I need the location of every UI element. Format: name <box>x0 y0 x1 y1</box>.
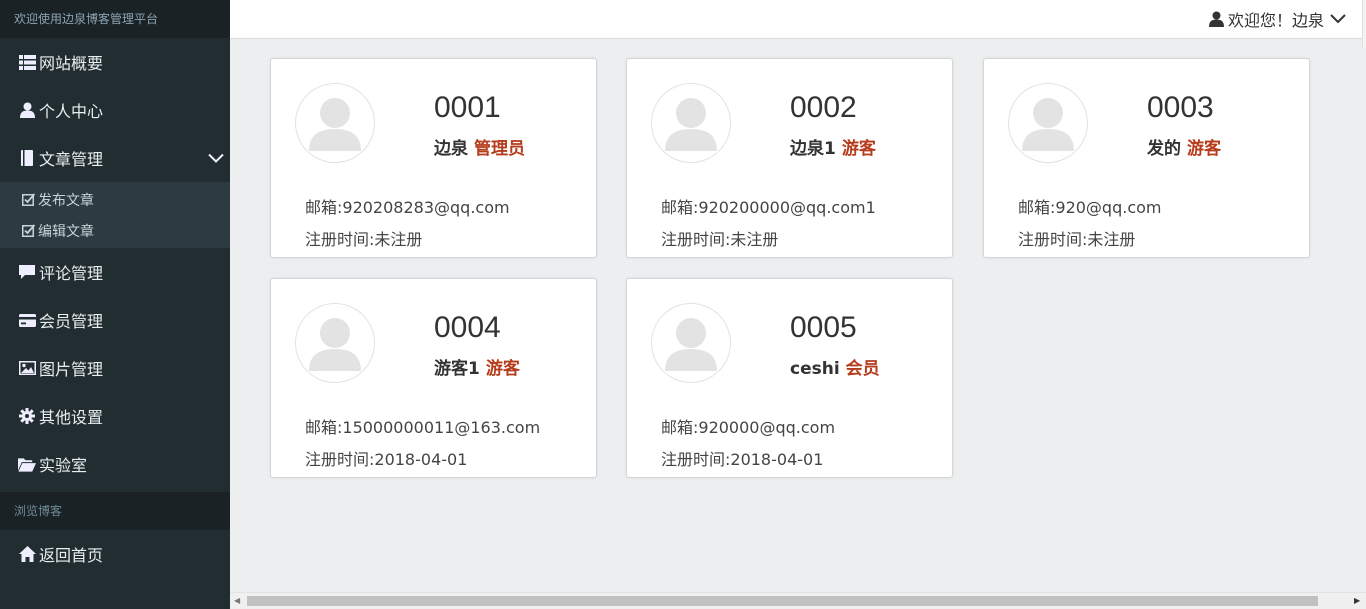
sidebar-subitem-publish[interactable]: 发布文章 <box>0 184 230 215</box>
user-role-badge: 会员 <box>845 359 880 379</box>
user-name-row: 边泉1 游客 <box>790 134 876 159</box>
sidebar-subitem-edit[interactable]: 编辑文章 <box>0 215 230 246</box>
card-icon <box>18 311 36 329</box>
sidebar-item-home[interactable]: 返回首页 <box>0 530 230 578</box>
avatar <box>295 303 375 383</box>
user-name: 边泉1 <box>790 139 836 159</box>
sidebar-item-overview[interactable]: 网站概要 <box>0 38 230 86</box>
articles-submenu: 发布文章 编辑文章 <box>0 182 230 248</box>
sidebar-subitem-label: 编辑文章 <box>38 223 94 240</box>
avatar <box>295 83 375 163</box>
edit-icon <box>21 224 35 238</box>
scroll-left-icon[interactable]: ◀ <box>234 596 242 606</box>
topbar: 欢迎您！边泉 <box>230 0 1366 39</box>
sidebar-item-pictures[interactable]: 图片管理 <box>0 344 230 392</box>
sidebar-item-label: 返回首页 <box>39 546 104 565</box>
scrollbar-thumb[interactable] <box>247 596 1318 606</box>
sidebar-item-profile[interactable]: 个人中心 <box>0 86 230 134</box>
sidebar-item-lab[interactable]: 实验室 <box>0 440 230 488</box>
horizontal-scrollbar[interactable]: ◀ ▶ <box>230 592 1366 609</box>
gear-icon <box>18 407 36 425</box>
user-name-row: ceshi 会员 <box>790 354 880 379</box>
user-role-badge: 管理员 <box>474 139 525 159</box>
sidebar-item-label: 其他设置 <box>39 408 104 427</box>
user-email: 邮箱:15000000011@163.com <box>305 418 541 437</box>
user-name: ceshi <box>790 359 840 379</box>
sidebar-item-label: 评论管理 <box>39 264 104 283</box>
user-id: 0003 <box>1147 91 1214 124</box>
user-card[interactable]: 0002 边泉1 游客 邮箱:920200000@qq.com1 注册时间:未注册 <box>626 58 953 258</box>
sidebar-item-members[interactable]: 会员管理 <box>0 296 230 344</box>
chevron-down-icon <box>1330 14 1346 24</box>
sidebar-header: 欢迎使用边泉博客管理平台 <box>0 0 230 38</box>
sidebar-item-label: 网站概要 <box>39 54 104 73</box>
user-id: 0005 <box>790 311 857 344</box>
chevron-down-icon[interactable] <box>208 149 224 168</box>
sidebar-item-settings[interactable]: 其他设置 <box>0 392 230 440</box>
user-card[interactable]: 0004 游客1 游客 邮箱:15000000011@163.com 注册时间:2… <box>270 278 597 478</box>
user-reg-time: 注册时间:2018-04-01 <box>661 450 824 469</box>
home-icon <box>18 545 36 563</box>
edit-icon <box>21 193 35 207</box>
sidebar-item-label: 实验室 <box>39 456 88 475</box>
user-id: 0001 <box>434 91 501 124</box>
user-id: 0004 <box>434 311 501 344</box>
user-name: 游客1 <box>434 359 480 379</box>
folder-open-icon <box>18 455 36 473</box>
user-id: 0002 <box>790 91 857 124</box>
user-name-row: 游客1 游客 <box>434 354 520 379</box>
window-edge <box>1362 0 1366 48</box>
user-name-row: 边泉 管理员 <box>434 134 525 159</box>
user-reg-time: 注册时间:未注册 <box>305 230 423 249</box>
user-card[interactable]: 0003 发的 游客 邮箱:920@qq.com 注册时间:未注册 <box>983 58 1310 258</box>
sidebar-item-label: 个人中心 <box>39 102 104 121</box>
user-email: 邮箱:920000@qq.com <box>661 418 836 437</box>
sidebar-item-articles[interactable]: 文章管理 <box>0 134 230 182</box>
avatar <box>651 83 731 163</box>
avatar <box>1008 83 1088 163</box>
user-name: 边泉 <box>434 139 468 159</box>
section-header-browse: 浏览博客 <box>0 492 230 530</box>
sidebar-subitem-label: 发布文章 <box>38 192 94 209</box>
sidebar-item-comments[interactable]: 评论管理 <box>0 248 230 296</box>
user-menu[interactable]: 欢迎您！边泉 <box>1208 0 1346 38</box>
sidebar-item-label: 图片管理 <box>39 360 104 379</box>
sidebar-item-label: 会员管理 <box>39 312 104 331</box>
user-email: 邮箱:920@qq.com <box>1018 198 1162 217</box>
comment-icon <box>18 263 36 281</box>
user-role-badge: 游客 <box>485 359 520 379</box>
user-card[interactable]: 0005 ceshi 会员 邮箱:920000@qq.com 注册时间:2018-… <box>626 278 953 478</box>
welcome-text: 欢迎您！边泉 <box>1227 11 1324 30</box>
user-reg-time: 注册时间:2018-04-01 <box>305 450 468 469</box>
avatar <box>651 303 731 383</box>
user-role-badge: 游客 <box>1187 139 1221 159</box>
user-email: 邮箱:920200000@qq.com1 <box>661 198 876 217</box>
user-icon <box>18 101 36 119</box>
user-name: 发的 <box>1147 139 1181 159</box>
user-email: 邮箱:920208283@qq.com <box>305 198 510 217</box>
user-name-row: 发的 游客 <box>1147 134 1221 159</box>
list-icon <box>18 53 36 71</box>
sidebar-item-label: 文章管理 <box>39 150 104 169</box>
user-reg-time: 注册时间:未注册 <box>661 230 779 249</box>
scroll-right-icon[interactable]: ▶ <box>1354 596 1362 606</box>
book-icon <box>18 149 36 167</box>
user-icon <box>1208 11 1224 27</box>
user-role-badge: 游客 <box>841 139 876 159</box>
sidebar: 欢迎使用边泉博客管理平台 网站概要 个人中心 文章管理 发布文章 编辑文章 评论… <box>0 0 230 609</box>
user-card[interactable]: 0001 边泉 管理员 邮箱:920208283@qq.com 注册时间:未注册 <box>270 58 597 258</box>
picture-icon <box>18 359 36 377</box>
user-reg-time: 注册时间:未注册 <box>1018 230 1136 249</box>
